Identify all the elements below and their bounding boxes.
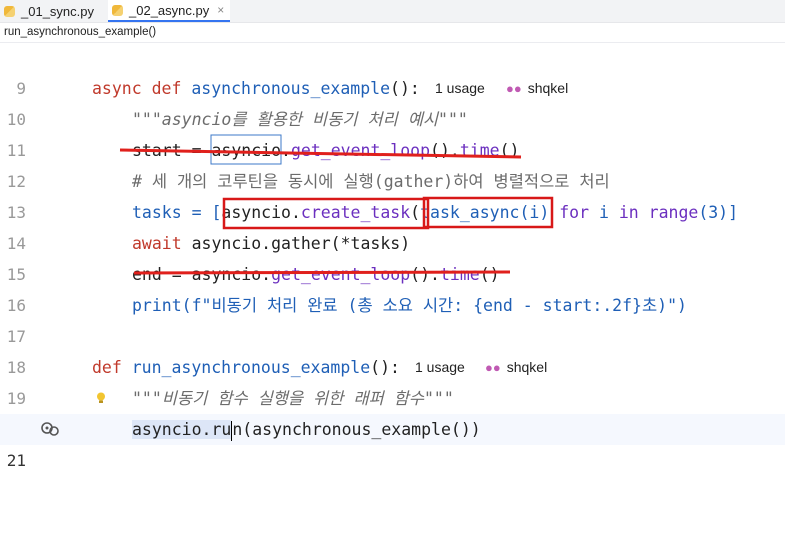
code-text: def run_asynchronous_example(): — [92, 358, 400, 377]
code-text: async def asynchronous_example(): — [92, 79, 420, 98]
comment: # 세 개의 코루틴을 동시에 실행(gather)하여 병렬적으로 처리 — [132, 172, 610, 191]
editor-tab-bar: _01_sync.py _02_async.py × — [0, 0, 785, 23]
code-line[interactable]: 12 start = asyncio.get_event_loop().time… — [0, 135, 785, 191]
lightbulb-icon[interactable] — [96, 392, 106, 404]
code-line[interactable]: 19 def run_asynchronous_example(): 1 usa… — [0, 352, 785, 408]
code-line[interactable]: 11 """asyncio를 활용한 비동기 처리 예시""" — [0, 104, 785, 160]
usage-hint[interactable]: 1 usage — [415, 352, 465, 383]
tab-01-sync[interactable]: _01_sync.py — [0, 0, 108, 22]
docstring: """asyncio를 활용한 비동기 처리 예시""" — [132, 110, 468, 129]
tab-label: _02_async.py — [129, 2, 210, 18]
code-text: end = asyncio.get_event_loop().time() — [132, 265, 500, 284]
code-line[interactable]: 9 — [0, 42, 785, 98]
breadcrumb[interactable]: run_asynchronous_example() — [0, 22, 785, 43]
tab-02-async[interactable]: _02_async.py × — [108, 0, 230, 22]
python-file-icon — [112, 4, 123, 16]
code-line[interactable]: 14 tasks = [asyncio.create_task(task_asy… — [0, 197, 785, 253]
python-file-icon — [4, 5, 15, 17]
code-line[interactable]: 17 print(f"비동기 처리 완료 (총 소요 시간: {end - st… — [0, 290, 785, 346]
author-hint[interactable]: ●● shqkel — [506, 73, 568, 104]
line-number: 21 — [6, 451, 26, 470]
code-text: start = asyncio.get_event_loop().time() — [132, 141, 520, 160]
usage-hint[interactable]: 1 usage — [435, 73, 485, 104]
docstring: """비동기 함수 실행을 위한 래퍼 함수""" — [132, 389, 454, 408]
close-icon[interactable]: × — [217, 3, 224, 17]
code-text: print(f"비동기 처리 완료 (총 소요 시간: {end - start… — [132, 296, 687, 315]
code-line-current[interactable]: 21 asyncio.run(asynchronous_example()) — [0, 414, 785, 470]
people-icon: ●● — [506, 81, 522, 96]
code-text: tasks = [asyncio.create_task(task_async(… — [132, 203, 739, 222]
code-text: await asyncio.gather(*tasks) — [132, 234, 411, 253]
code-line[interactable]: 13 # 세 개의 코루틴을 동시에 실행(gather)하여 병렬적으로 처리 — [0, 166, 785, 222]
code-line[interactable]: 20 """비동기 함수 실행을 위한 래퍼 함수""" — [0, 383, 785, 439]
code-line[interactable]: 10 async def asynchronous_example(): 1 u… — [0, 73, 785, 129]
debug-icon[interactable] — [40, 420, 60, 438]
code-text: asyncio.run(asynchronous_example()) — [132, 420, 481, 441]
people-icon: ●● — [485, 360, 501, 375]
author-hint[interactable]: ●● shqkel — [485, 352, 547, 383]
code-line[interactable]: 18 — [0, 321, 785, 377]
code-line[interactable]: 15 await asyncio.gather(*tasks) — [0, 228, 785, 284]
tab-label: _01_sync.py — [21, 3, 94, 19]
code-line[interactable]: 16 end = asyncio.get_event_loop().time() — [0, 259, 785, 315]
